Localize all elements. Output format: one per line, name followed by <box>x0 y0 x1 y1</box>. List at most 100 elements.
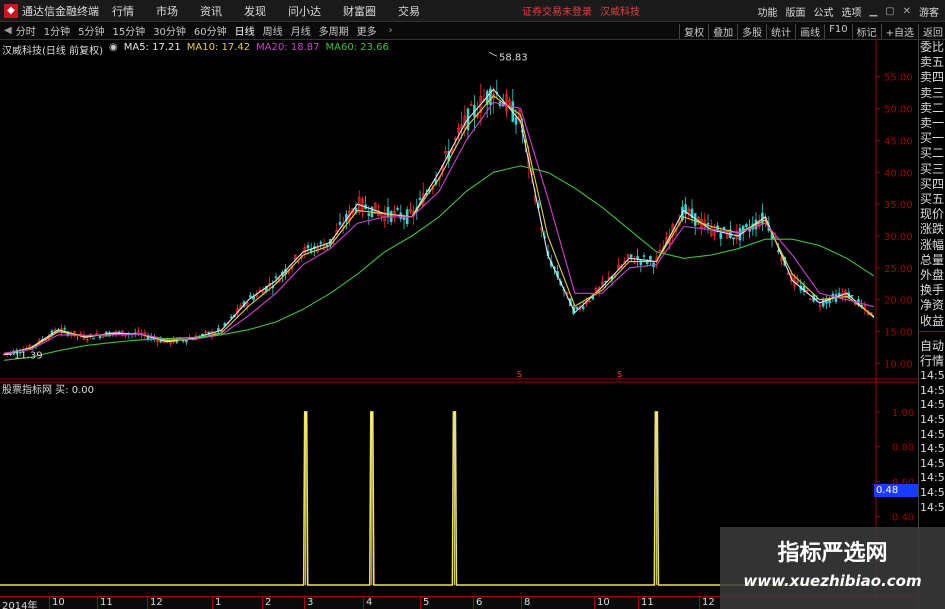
y-tick-label: 45.00 <box>884 136 913 147</box>
period-tab-0[interactable]: 分时 <box>16 23 36 38</box>
high-marker <box>488 51 498 57</box>
y-tick-label: 10.00 <box>884 359 913 370</box>
trade-time-6: 14:50 <box>920 456 945 470</box>
candle-body <box>367 213 371 216</box>
candle-body <box>229 316 233 319</box>
candle-body <box>92 337 95 340</box>
menu-item-5[interactable]: 财富圈 <box>343 3 376 19</box>
candle-body <box>732 237 735 240</box>
ma-line-ma60 <box>3 165 875 361</box>
quote-item-9: 买四 <box>920 176 945 191</box>
maximize-icon[interactable]: ▢ <box>885 6 894 17</box>
quote-item-12: 涨跌 <box>920 222 945 237</box>
event-marker-icon[interactable]: S <box>517 370 522 379</box>
menu-formula[interactable]: 公式 <box>813 4 833 19</box>
period-tab-6[interactable]: 日线 <box>235 23 255 38</box>
app-title: 通达信金融终端 <box>22 4 99 18</box>
quote-item-6: 买一 <box>920 131 945 146</box>
menu-item-6[interactable]: 交易 <box>398 3 420 19</box>
candle-body <box>857 299 860 303</box>
toolbar-right-3[interactable]: 统计 <box>766 24 791 39</box>
menu-layout[interactable]: 版面 <box>785 4 805 19</box>
date-tick <box>262 597 263 609</box>
period-toolbar: ◀ 分时 1分钟 5分钟 15分钟 30分钟 60分钟 日线 周线 月线 多周期 更多 › 复权 叠加… <box>0 22 945 40</box>
date-tick <box>473 597 474 609</box>
date-tick <box>521 597 522 609</box>
period-tab-8[interactable]: 月线 <box>291 23 311 38</box>
quote-item-15: 外盘 <box>920 268 945 283</box>
y-tick-label: 25.00 <box>884 264 913 275</box>
candle-body <box>249 295 252 298</box>
candle-body <box>306 245 310 249</box>
period-tab-10[interactable]: 更多 <box>357 23 377 38</box>
panel-divider <box>919 330 945 339</box>
toolbar-right-2[interactable]: 多股 <box>737 24 762 39</box>
trade-time-3: 14:50 <box>920 413 945 427</box>
period-tab-2[interactable]: 5分钟 <box>78 23 104 38</box>
panel-bottom-0[interactable]: 自动 <box>919 339 945 354</box>
watermark-title: 指标严选网 <box>777 541 888 566</box>
guest-label[interactable]: 游客 <box>919 4 939 19</box>
next-arrow-icon[interactable]: › <box>389 25 393 36</box>
toolbar-right-5[interactable]: F10 <box>824 24 848 39</box>
y-tick-label: 30.00 <box>884 232 913 243</box>
toolbar-right-6[interactable]: 标记 <box>851 24 877 39</box>
event-marker-icon[interactable]: S <box>617 370 622 379</box>
trade-time-1: 14:50 <box>920 383 945 397</box>
menu-item-2[interactable]: 资讯 <box>200 3 222 19</box>
quote-item-18: 收益 <box>920 313 945 328</box>
trade-time-4: 14:50 <box>920 427 945 441</box>
period-tab-1[interactable]: 1分钟 <box>44 23 70 38</box>
date-label-2: 11 <box>100 597 113 608</box>
date-tick <box>699 597 700 609</box>
date-tick <box>304 597 305 609</box>
period-tab-9[interactable]: 多周期 <box>319 23 349 38</box>
trade-time-9: 14:50 <box>920 500 945 514</box>
date-tick <box>638 597 639 609</box>
candle-body <box>575 306 579 309</box>
quote-item-1: 卖五 <box>920 55 945 70</box>
menu-options[interactable]: 选项 <box>841 4 861 19</box>
toolbar-right-1[interactable]: 叠加 <box>708 24 733 39</box>
y-tick-label: 50.00 <box>884 105 913 116</box>
period-tab-7[interactable]: 周线 <box>263 23 283 38</box>
date-label-7: 4 <box>366 597 373 608</box>
quote-item-2: 卖四 <box>920 70 945 85</box>
toolbar-right-8[interactable]: 返回 <box>918 24 943 39</box>
candle-body <box>319 241 323 244</box>
prev-arrow-icon[interactable]: ◀ <box>4 25 12 36</box>
candle-body <box>629 254 633 258</box>
toolbar-right-7[interactable]: +自选 <box>880 24 914 39</box>
candle-body <box>642 255 646 257</box>
menu-item-0[interactable]: 行情 <box>112 3 134 19</box>
toolbar-right-4[interactable]: 画线 <box>795 24 820 39</box>
period-tab-5[interactable]: 60分钟 <box>194 23 227 38</box>
candle-body <box>649 256 652 260</box>
quote-item-8: 买三 <box>920 161 945 176</box>
candle-body <box>63 328 67 330</box>
candle-body <box>185 339 188 343</box>
candle-body <box>850 294 854 297</box>
menu-item-1[interactable]: 市场 <box>156 3 178 19</box>
menu-item-3[interactable]: 发现 <box>244 3 266 19</box>
panel-bottom-1[interactable]: 行情 <box>919 354 945 369</box>
y-tick-label: 40.00 <box>884 168 913 179</box>
toolbar-right-0[interactable]: 复权 <box>679 24 704 39</box>
menu-function[interactable]: 功能 <box>757 4 777 19</box>
sub-y-tick-label: 0.80 <box>892 443 914 454</box>
period-tab-4[interactable]: 30分钟 <box>153 23 186 38</box>
quote-item-0: 委比 <box>920 40 945 54</box>
period-tab-3[interactable]: 15分钟 <box>112 23 145 38</box>
date-label-6: 3 <box>307 597 314 608</box>
minimize-icon[interactable]: ▁ <box>869 6 877 17</box>
date-label-0: 2014年 <box>2 601 38 609</box>
stock-notice[interactable]: 汉威科技 <box>600 3 640 18</box>
quote-item-5: 卖一 <box>920 116 945 131</box>
watermark-url: www.xuezhibiao.com <box>743 572 922 590</box>
close-icon[interactable]: ✕ <box>903 6 911 17</box>
menu-item-4[interactable]: 问小达 <box>288 3 321 19</box>
date-label-1: 10 <box>52 597 65 608</box>
kline-chart[interactable]: 10.00 15.00 20.00 25.00 30.00 35.00 40.00 45.00… <box>0 40 918 380</box>
login-notice[interactable]: 证券交易未登录 <box>522 3 592 18</box>
candle-body <box>274 276 278 279</box>
